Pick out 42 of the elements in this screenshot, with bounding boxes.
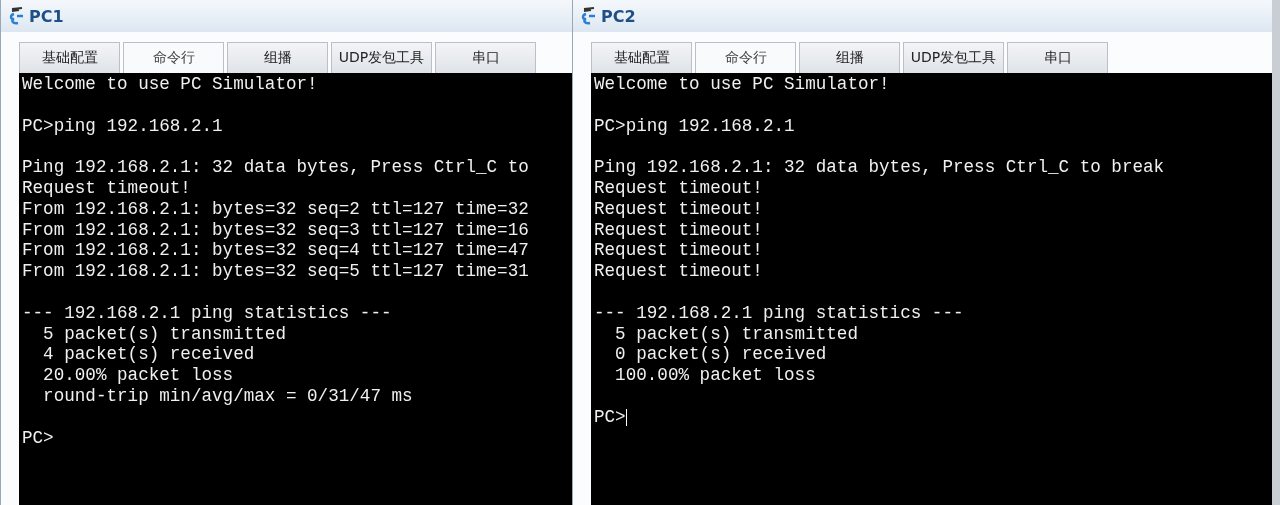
terminal-line: PC>ping 192.168.2.1 <box>594 115 795 137</box>
tab[interactable]: 串口 <box>435 42 536 73</box>
terminal-line: Request timeout! <box>594 219 763 241</box>
tab[interactable]: 组播 <box>227 42 328 73</box>
window-title: PC2 <box>601 6 636 26</box>
terminal-line: Request timeout! <box>594 178 763 199</box>
tab[interactable]: 命令行 <box>695 42 796 73</box>
terminal-line: From 192.168.2.1: bytes=32 seq=3 ttl=127 time=16 <box>22 219 529 241</box>
tab[interactable]: 命令行 <box>123 42 224 73</box>
tab[interactable]: 基础配置 <box>591 42 692 73</box>
terminal-line: round-trip min/avg/max = 0/31/47 ms <box>42 385 413 407</box>
terminal-line: Request timeout! <box>594 261 763 282</box>
terminal-line: Ping 192.168.2.1: 32 data bytes, Press Ctrl_C to break <box>594 157 1165 178</box>
terminal-line: From 192.168.2.1: bytes=32 seq=2 ttl=127 time=32 <box>22 198 529 220</box>
text-cursor <box>625 408 627 426</box>
terminal-line: PC> <box>594 406 626 428</box>
terminal-line: Request timeout! <box>22 178 191 199</box>
terminal-line: 0 packet(s) received <box>614 344 827 366</box>
terminal-line: PC>ping 192.168.2.1 <box>22 115 223 137</box>
terminal-line: From 192.168.2.1: bytes=32 seq=5 ttl=127 time=31 <box>22 261 529 282</box>
tab[interactable]: 串口 <box>1007 42 1108 73</box>
terminal-line: 100.00% packet loss <box>614 365 816 386</box>
terminal-line: Request timeout! <box>594 240 763 262</box>
network-device-icon <box>581 7 597 25</box>
terminal-line: 5 packet(s) transmitted <box>614 323 858 345</box>
terminal-line: 5 packet(s) transmitted <box>42 323 286 345</box>
tab[interactable]: 基础配置 <box>19 42 120 73</box>
terminal-line: Welcome to use PC Simulator! <box>22 74 318 95</box>
terminal-line: Welcome to use PC Simulator! <box>594 74 890 95</box>
tab[interactable]: UDP发包工具 <box>331 42 432 73</box>
tab[interactable]: 组播 <box>799 42 900 73</box>
window-title: PC1 <box>29 6 64 26</box>
terminal-line: 20.00% packet loss <box>42 365 234 386</box>
terminal-line: PC> <box>22 427 54 449</box>
terminal-line: Request timeout! <box>594 198 763 220</box>
terminal-line: 4 packet(s) received <box>42 344 255 366</box>
network-device-icon <box>9 7 25 25</box>
tab[interactable]: UDP发包工具 <box>903 42 1004 73</box>
terminal-line: --- 192.168.2.1 ping statistics --- <box>594 302 964 324</box>
terminal-line: --- 192.168.2.1 ping statistics --- <box>22 302 392 324</box>
terminal-line: Ping 192.168.2.1: 32 data bytes, Press Ctrl_C to <box>22 157 529 178</box>
terminal-line: From 192.168.2.1: bytes=32 seq=4 ttl=127 time=47 <box>22 240 529 262</box>
